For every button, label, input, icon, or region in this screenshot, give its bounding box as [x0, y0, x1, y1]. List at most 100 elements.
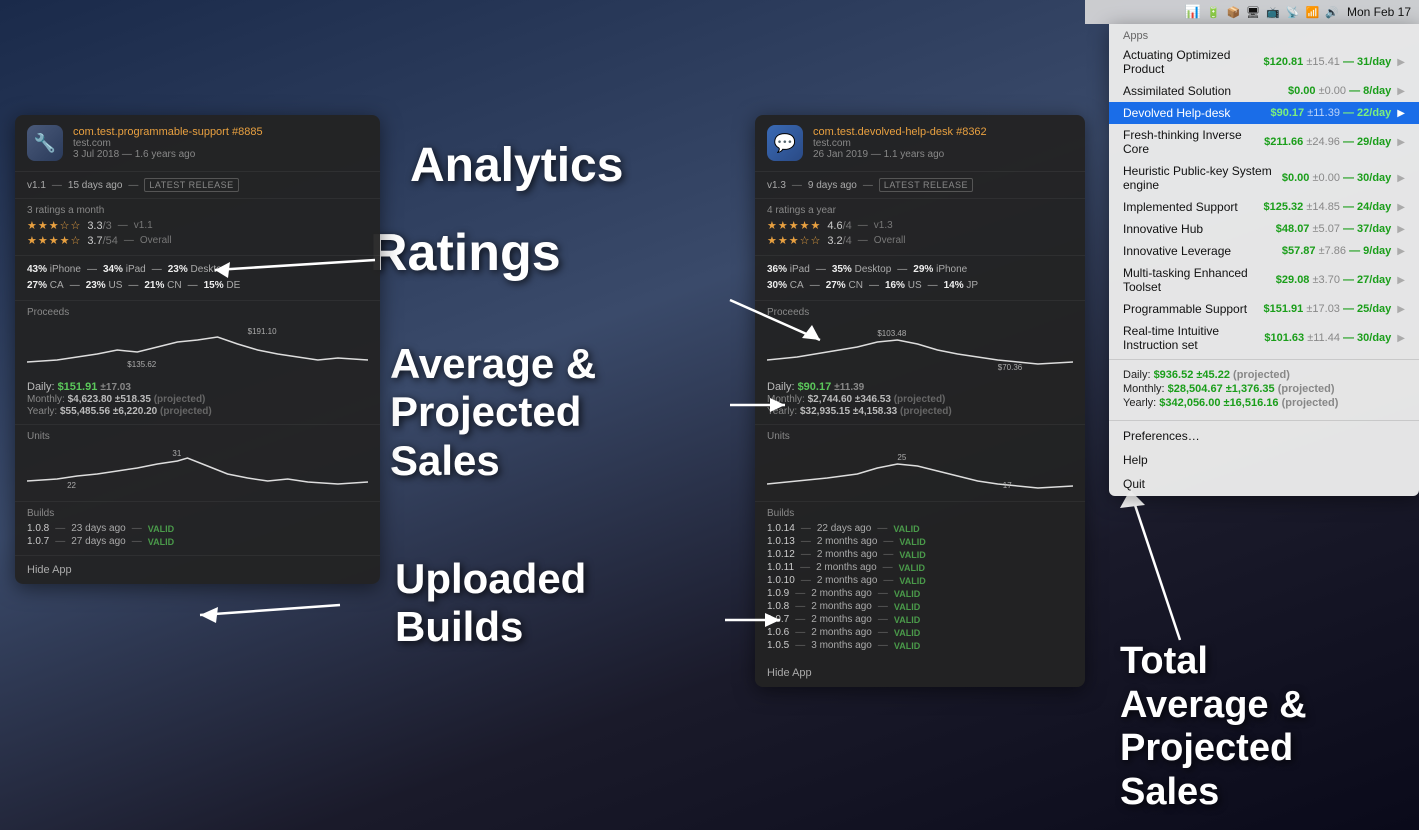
menu-item-9[interactable]: Programmable Support $151.91 ±17.03 — 25… [1109, 298, 1419, 320]
svg-text:$103.48: $103.48 [877, 329, 907, 338]
menu-item-stats-10: $101.63 ±11.44 — 30/day [1264, 332, 1391, 344]
menu-item-3[interactable]: Fresh-thinking Inverse Core $211.66 ±24.… [1109, 124, 1419, 160]
rating-val-left: 3.3/3 [87, 220, 111, 232]
menu-item-10[interactable]: Real-time Intuitive Instruction set $101… [1109, 320, 1419, 356]
menu-item-5[interactable]: Implemented Support $125.32 ±14.85 — 24/… [1109, 196, 1419, 218]
units-section-left: Units 31 22 [15, 425, 380, 502]
menu-item-name-2: Devolved Help-desk [1123, 106, 1270, 120]
proceeds-chart-right: $103.48 $70.36 [767, 322, 1073, 377]
app-bundle-right: com.test.devolved-help-desk #8362 [813, 126, 1073, 138]
builds-label-left: Builds [27, 508, 368, 519]
menu-item-8[interactable]: Multi-tasking Enhanced Toolset $29.08 ±3… [1109, 262, 1419, 298]
menu-item-1[interactable]: Assimilated Solution $0.00 ±0.00 — 8/day… [1109, 80, 1419, 102]
build-row-2-right: 1.0.13 — 2 months ago — VALID [767, 536, 1073, 547]
build-row-10-right: 1.0.5 — 3 months ago — VALID [767, 640, 1073, 651]
stars-current-left: ★★★☆☆ [27, 219, 81, 232]
units-label-right: Units [767, 431, 1073, 442]
hide-app-button-left[interactable]: Hide App [15, 556, 380, 584]
cast-icon: 📡 [1286, 6, 1300, 19]
stars-current-right: ★★★★★ [767, 219, 821, 232]
app-info-left: com.test.programmable-support #8885 test… [73, 126, 368, 160]
rating-row-overall-left: ★★★★☆ 3.7/54 — Overall [27, 234, 368, 247]
quit-item[interactable]: Quit [1109, 472, 1419, 496]
total-monthly-line: Monthly: $28,504.67 ±1,376.35 (projected… [1123, 383, 1405, 395]
menubar-icons: 📊 🔋 📦 🖥 📺 📡 📶 🔊 [1185, 4, 1339, 20]
airplay-icon: 📺 [1266, 6, 1280, 19]
help-item[interactable]: Help [1109, 448, 1419, 472]
menu-items-container: Actuating Optimized Product $120.81 ±15.… [1109, 44, 1419, 356]
proceeds-label-right: Proceeds [767, 307, 1073, 318]
proceeds-section-right: Proceeds $103.48 $70.36 Daily: $90.17 ±1… [755, 301, 1085, 425]
build-row-3-right: 1.0.12 — 2 months ago — VALID [767, 549, 1073, 560]
menu-item-stats-4: $0.00 ±0.00 — 30/day [1282, 172, 1391, 184]
menu-item-name-0: Actuating Optimized Product [1123, 48, 1264, 76]
app-menu-icon[interactable]: 📊 [1185, 4, 1201, 20]
build-row-1-right: 1.0.14 — 22 days ago — VALID [767, 523, 1073, 534]
annotation-builds: UploadedBuilds [395, 555, 586, 652]
builds-label-right: Builds [767, 508, 1073, 519]
app-card-right: 💬 com.test.devolved-help-desk #8362 test… [755, 115, 1085, 687]
menu-item-name-5: Implemented Support [1123, 200, 1264, 214]
builds-section-right: Builds 1.0.14 — 22 days ago — VALID 1.0.… [755, 502, 1085, 659]
menu-item-name-1: Assimilated Solution [1123, 84, 1288, 98]
menu-item-7[interactable]: Innovative Leverage $57.87 ±7.86 — 9/day… [1109, 240, 1419, 262]
menu-item-stats-6: $48.07 ±5.07 — 37/day [1276, 223, 1392, 235]
rating-overall-val-left: 3.7/54 [87, 235, 118, 247]
app-domain-left: test.com [73, 138, 368, 149]
release-ver-right: v1.3 [767, 180, 786, 191]
svg-text:17: 17 [1003, 481, 1012, 490]
ratings-label-left: 3 ratings a month [27, 205, 368, 216]
menubar-time: Mon Feb 17 [1347, 5, 1411, 19]
total-yearly-line: Yearly: $342,056.00 ±16,516.16 (projecte… [1123, 397, 1405, 409]
app-domain-right: test.com [813, 138, 1073, 149]
ratings-section-right: 4 ratings a year ★★★★★ 4.6/4 — v1.3 ★★★☆… [755, 199, 1085, 256]
app-header-right: 💬 com.test.devolved-help-desk #8362 test… [755, 115, 1085, 172]
menu-item-2[interactable]: Devolved Help-desk $90.17 ±11.39 — 22/da… [1109, 102, 1419, 124]
rating-row-current-right: ★★★★★ 4.6/4 — v1.3 [767, 219, 1073, 232]
menu-item-stats-8: $29.08 ±3.70 — 27/day [1276, 274, 1392, 286]
release-ver-left: v1.1 [27, 180, 46, 191]
proceeds-section-left: Proceeds $191.10 $135.62 Daily: $151.91 … [15, 301, 380, 425]
menu-item-name-8: Multi-tasking Enhanced Toolset [1123, 266, 1276, 294]
build-row-1-left: 1.0.8 — 23 days ago — VALID [27, 523, 368, 534]
menu-item-name-7: Innovative Leverage [1123, 244, 1282, 258]
build-row-4-right: 1.0.11 — 2 months ago — VALID [767, 562, 1073, 573]
proceeds-chart-left: $191.10 $135.62 [27, 322, 368, 377]
menu-divider-1 [1109, 359, 1419, 360]
latest-badge-left: LATEST RELEASE [144, 178, 238, 192]
menu-item-stats-9: $151.91 ±17.03 — 25/day [1264, 303, 1392, 315]
units-chart-right: 25 17 [767, 446, 1073, 491]
monthly-line-left: Monthly: $4,623.80 ±518.35 (projected) [27, 394, 368, 405]
geo-row1-right: 36% iPad — 35% Desktop — 29% iPhone [767, 262, 1073, 278]
stars-overall-left: ★★★★☆ [27, 234, 81, 247]
menu-item-6[interactable]: Innovative Hub $48.07 ±5.07 — 37/day ▶ [1109, 218, 1419, 240]
menu-item-4[interactable]: Heuristic Public-key System engine $0.00… [1109, 160, 1419, 196]
menu-item-name-9: Programmable Support [1123, 302, 1264, 316]
app-bundle-left: com.test.programmable-support #8885 [73, 126, 368, 138]
dropbox-icon: 📦 [1226, 6, 1240, 19]
rating-val-right: 4.6/4 [827, 220, 851, 232]
app-header-left: 🔧 com.test.programmable-support #8885 te… [15, 115, 380, 172]
svg-text:$191.10: $191.10 [248, 327, 278, 336]
geo-row2-right: 30% CA — 27% CN — 16% US — 14% JP [767, 278, 1073, 294]
rating-row-current-left: ★★★☆☆ 3.3/3 — v1.1 [27, 219, 368, 232]
preferences-item[interactable]: Preferences… [1109, 424, 1419, 448]
hide-app-button-right[interactable]: Hide App [755, 659, 1085, 687]
geo-section-left: 43% iPhone — 34% iPad — 23% Desktop 27% … [15, 256, 380, 301]
release-age-left: 15 days ago [68, 180, 123, 191]
menu-item-0[interactable]: Actuating Optimized Product $120.81 ±15.… [1109, 44, 1419, 80]
app-icon-left: 🔧 [27, 125, 63, 161]
proceeds-label-left: Proceeds [27, 307, 368, 318]
build-row-9-right: 1.0.6 — 2 months ago — VALID [767, 627, 1073, 638]
svg-text:31: 31 [172, 449, 181, 458]
menu-item-stats-1: $0.00 ±0.00 — 8/day [1288, 85, 1391, 97]
build-row-2-left: 1.0.7 — 27 days ago — VALID [27, 536, 368, 547]
svg-text:25: 25 [897, 453, 906, 462]
dropdown-menu: Apps Actuating Optimized Product $120.81… [1109, 24, 1419, 496]
yearly-line-left: Yearly: $55,485.56 ±6,220.20 (projected) [27, 406, 368, 417]
svg-text:$135.62: $135.62 [127, 360, 157, 369]
ratings-label-right: 4 ratings a year [767, 205, 1073, 216]
annotation-avg-sales: Average &ProjectedSales [390, 340, 596, 485]
app-date-right: 26 Jan 2019 — 1.1 years ago [813, 149, 1073, 160]
stars-overall-right: ★★★☆☆ [767, 234, 821, 247]
